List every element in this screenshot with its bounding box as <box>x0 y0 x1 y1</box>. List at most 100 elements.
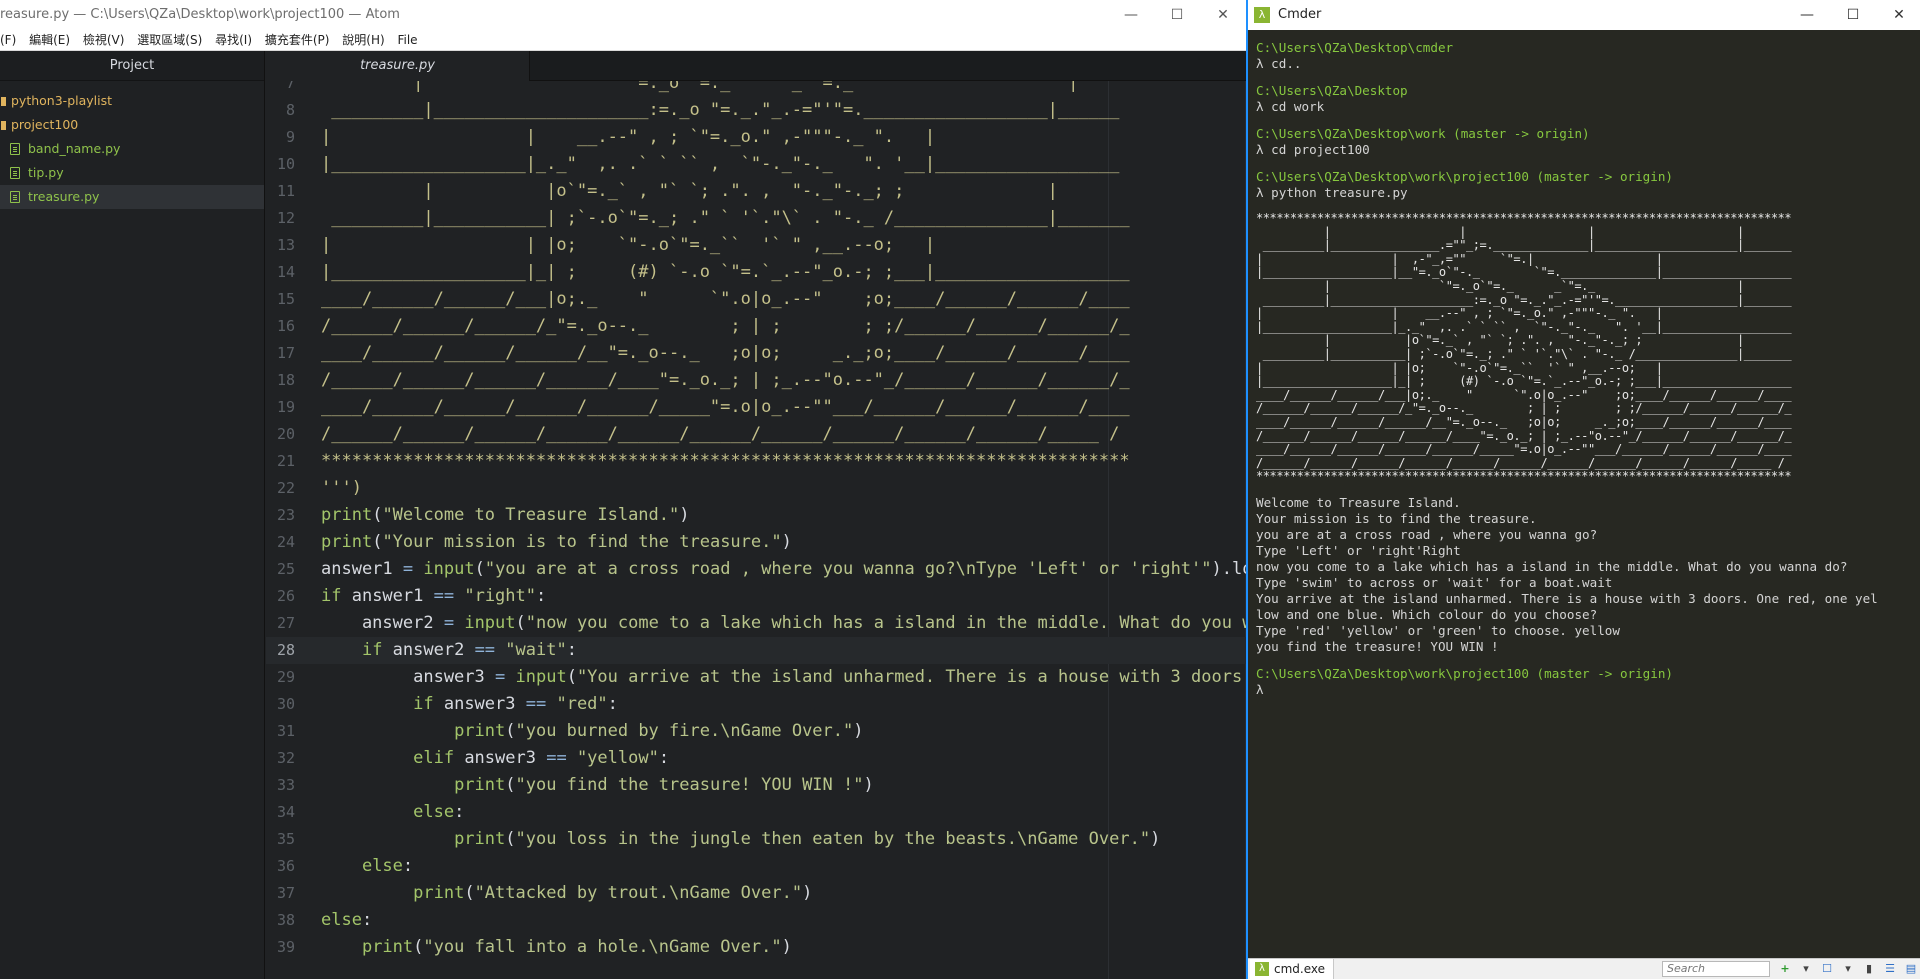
minimize-icon[interactable]: — <box>1784 0 1830 30</box>
window-icon[interactable]: ☐ <box>1818 961 1836 977</box>
code-line[interactable]: 30 if answer3 == "red": <box>266 691 1246 718</box>
code-line[interactable]: 38 else: <box>266 907 1246 934</box>
tree-file-treasure[interactable]: treasure.py <box>0 185 264 209</box>
menu-selection[interactable]: 選取區域(S) <box>137 33 202 47</box>
tab-treasure-py[interactable]: treasure.py <box>266 51 530 81</box>
tree-folder-python3-playlist[interactable]: python3-playlist <box>0 89 264 113</box>
dropdown-icon[interactable]: ▾ <box>1797 961 1815 977</box>
code-text: answer1 = input("you are at a cross road… <box>321 559 1246 579</box>
terminal-line: low and one blue. Which colour do you ch… <box>1256 606 1598 622</box>
code-line[interactable]: 32 elif answer3 == "yellow": <box>266 745 1246 772</box>
code-line[interactable]: 22 ''') <box>266 475 1246 502</box>
ascii-art-line: /______/______/______/_"=._o--._ ; | ; ;… <box>1256 402 1792 416</box>
close-icon[interactable]: ✕ <box>1876 0 1920 30</box>
code-editor[interactable]: 7 | `"=._o`"=._ _`"=._ | 8 _________|____… <box>266 81 1246 979</box>
code-line[interactable]: 15 ____/______/______/___|o;._ " `".o|o_.… <box>266 286 1246 313</box>
menu-icon[interactable]: ☰ <box>1881 961 1899 977</box>
terminal-line: Type 'red' 'yellow' or 'green' to choose… <box>1256 622 1620 638</box>
terminal-line: you are at a cross road , where you wann… <box>1256 526 1598 542</box>
prompt-command: λ cd.. <box>1256 56 1302 71</box>
line-number: 12 <box>276 209 295 227</box>
code-line[interactable]: 36 else: <box>266 853 1246 880</box>
new-console-icon[interactable]: + <box>1776 961 1794 977</box>
code-line[interactable]: 14 |___________________|_| ; (#) `-.o `"=… <box>266 259 1246 286</box>
code-text: elif answer3 == "yellow": <box>413 748 670 768</box>
atom-titlebar[interactable]: reasure.py — C:\Users\QZa\Desktop\work\p… <box>0 0 1246 30</box>
code-text: ____/______/______/______/______/_____"=… <box>321 397 1130 417</box>
line-number: 8 <box>285 101 295 119</box>
ascii-art-line: | |o`"=._` , "` `; .". , "-._"-._; ; | <box>1256 334 1744 348</box>
terminal-line: Your mission is to find the treasure. <box>1256 510 1537 526</box>
code-text: print("Attacked by trout.\nGame Over.") <box>413 883 813 903</box>
editor-tabbar: treasure.py <box>266 51 1246 81</box>
code-text: else: <box>413 802 465 822</box>
project-tree-header[interactable]: Project <box>0 51 264 81</box>
code-text: | | __.--" , ; `"=._o." ,-"""-._ ". | <box>321 127 936 147</box>
code-line[interactable]: 24 print("Your mission is to find the tre… <box>266 529 1246 556</box>
code-line[interactable]: 25 answer1 = input("you are at a cross ro… <box>266 556 1246 583</box>
code-line[interactable]: 12 _________|___________| ;`-.o`"=._; ."… <box>266 205 1246 232</box>
code-line[interactable]: 20 /______/______/______/______/______/__… <box>266 421 1246 448</box>
tree-item-label: treasure.py <box>28 189 100 204</box>
prompt-path: C:\Users\QZa\Desktop\cmder <box>1256 40 1454 55</box>
code-line[interactable]: 31 print("you burned by fire.\nGame Over… <box>266 718 1246 745</box>
code-line[interactable]: 28 if answer2 == "wait": <box>266 637 1246 664</box>
console-tab[interactable]: λ cmd.exe <box>1250 959 1335 979</box>
code-line[interactable]: 27 answer2 = input("now you come to a la… <box>266 610 1246 637</box>
code-line[interactable]: 7 | `"=._o`"=._ _`"=._ | <box>266 81 1246 97</box>
code-line[interactable]: 34 else: <box>266 799 1246 826</box>
code-text: _________|_____________________:=._o "=.… <box>321 100 1120 120</box>
code-line[interactable]: 18 /______/______/______/______/____"=._o… <box>266 367 1246 394</box>
menu-file-tail[interactable]: (F) <box>0 33 16 47</box>
tree-file-tip[interactable]: tip.py <box>0 161 264 185</box>
maximize-icon[interactable]: ☐ <box>1830 0 1876 30</box>
menu-edit[interactable]: 編輯(E) <box>29 33 70 47</box>
code-line[interactable]: 23 print("Welcome to Treasure Island.") <box>266 502 1246 529</box>
code-line[interactable]: 16 /______/______/______/_"=._o--._ ; | ;… <box>266 313 1246 340</box>
code-line[interactable]: 9 | | __.--" , ; `"=._o." ,-"""-._ ". | <box>266 124 1246 151</box>
code-line[interactable]: 29 answer3 = input("You arrive at the is… <box>266 664 1246 691</box>
ascii-art-line: | | |o; `"-.o`"=._`` '` " ,__.--o; | <box>1256 361 1663 375</box>
line-number: 30 <box>276 695 295 713</box>
code-line[interactable]: 11 | |o`"=._` , "` `; .". , "-._"-._; ; … <box>266 178 1246 205</box>
cmder-statusbar: λ cmd.exe Search + ▾ ☐ ▾ ▮ ☰ ▤ <box>1248 958 1920 979</box>
code-line[interactable]: 37 print("Attacked by trout.\nGame Over.… <box>266 880 1246 907</box>
search-input[interactable]: Search <box>1662 961 1770 977</box>
prompt-command: λ cd work <box>1256 99 1325 114</box>
code-line[interactable]: 17 ____/______/______/______/__"=._o--._ … <box>266 340 1246 367</box>
layout-icon[interactable]: ▤ <box>1902 961 1920 977</box>
code-text: | `"=._o`"=._ _`"=._ | <box>321 81 1079 93</box>
menu-file[interactable]: File <box>397 33 417 47</box>
cmder-tab-icon: λ <box>1255 962 1269 976</box>
maximize-icon[interactable]: ☐ <box>1154 0 1200 30</box>
tree-folder-project100[interactable]: project100 <box>0 113 264 137</box>
line-number: 19 <box>276 398 295 416</box>
code-text: answer3 = input("You arrive at the islan… <box>321 667 1246 687</box>
code-line[interactable]: 10 |___________________|_._" ,. .` ` `` ,… <box>266 151 1246 178</box>
minimize-icon[interactable]: — <box>1108 0 1154 30</box>
code-line[interactable]: 26 if answer1 == "right": <box>266 583 1246 610</box>
menu-packages[interactable]: 擴充套件(P) <box>265 33 330 47</box>
code-line[interactable]: 35 print("you loss in the jungle then ea… <box>266 826 1246 853</box>
code-line[interactable]: 21 **************************************… <box>266 448 1246 475</box>
close-icon[interactable]: ✕ <box>1200 0 1246 30</box>
code-line[interactable]: 8 _________|_____________________:=._o "… <box>266 97 1246 124</box>
prompt-path: C:\Users\QZa\Desktop\work\project100 (ma… <box>1256 169 1674 184</box>
line-number: 28 <box>276 641 295 659</box>
code-line[interactable]: 39 print("you fall into a hole.\nGame Ov… <box>266 934 1246 961</box>
menu-find[interactable]: 尋找(I) <box>215 33 252 47</box>
dropdown-icon[interactable]: ▾ <box>1839 961 1857 977</box>
ascii-art-line: ____/______/______/______/__"=._o--._ ;o… <box>1256 415 1792 429</box>
code-line[interactable]: 33 print("you find the treasure! YOU WIN… <box>266 772 1246 799</box>
menu-help[interactable]: 說明(H) <box>342 33 384 47</box>
tree-file-band-name[interactable]: band_name.py <box>0 137 264 161</box>
code-line[interactable]: 13 | | |o; `"-.o`"=._`` '` " ,__.--o; | <box>266 232 1246 259</box>
code-line[interactable]: 19 ____/______/______/______/______/_____… <box>266 394 1246 421</box>
cmder-titlebar[interactable]: λ Cmder — ☐ ✕ <box>1248 0 1920 30</box>
terminal-output[interactable]: C:\Users\QZa\Desktop\cmder λ cd.. C:\Users… <box>1256 40 1916 960</box>
lock-icon[interactable]: ▮ <box>1860 961 1878 977</box>
tree-item-label: python3-playlist <box>11 93 113 108</box>
menu-view[interactable]: 檢視(V) <box>83 33 125 47</box>
